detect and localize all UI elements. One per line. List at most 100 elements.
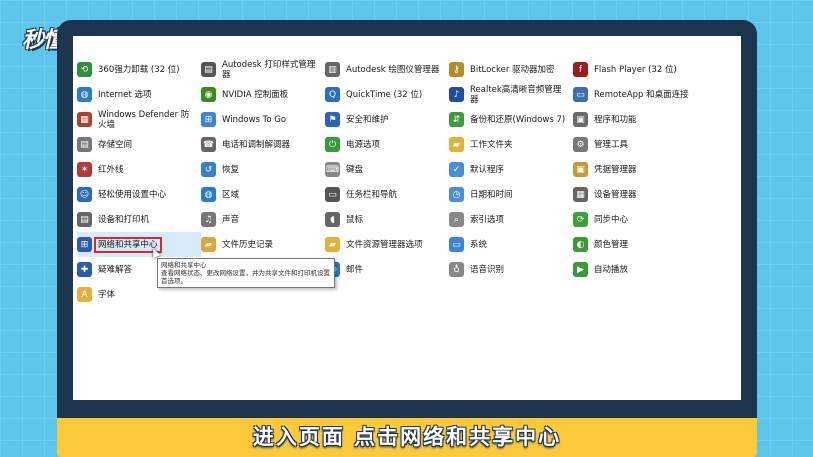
control-panel-item-flash[interactable]: f Flash Player (32 位) (573, 57, 697, 82)
control-panel-item-power[interactable]: ⏻ 电源选项 (325, 132, 449, 157)
flag-icon: ⚑ (325, 112, 340, 127)
control-panel-item-globe[interactable]: ◍ Internet 选项 (77, 82, 201, 107)
control-panel-item-explorer-options[interactable]: ▰ 文件资源管理器选项 (325, 232, 449, 257)
clock-icon: ◷ (449, 187, 464, 202)
power-icon: ⏻ (325, 137, 340, 152)
windows-icon: ⊞ (201, 112, 216, 127)
control-panel-item-system[interactable]: ▭ 系统 (449, 232, 573, 257)
region-icon: ◍ (201, 187, 216, 202)
control-panel-item-label: 疑难解答 (98, 264, 133, 275)
control-panel-item-label: 文件历史记录 (222, 239, 274, 250)
control-panel-item-backup[interactable]: ⇵ 备份和还原(Windows 7) (449, 107, 573, 132)
control-panel-item-sync[interactable]: ⟳ 同步中心 (573, 207, 697, 232)
control-panel-item-clock[interactable]: ◷ 日期和时间 (449, 182, 573, 207)
phone-icon: ☎ (201, 137, 216, 152)
control-panel-item-label: 鼠标 (346, 214, 364, 225)
programs-icon: ▣ (573, 112, 588, 127)
control-panel-item-label: Internet 选项 (98, 89, 152, 100)
control-panel-item-label: 声音 (222, 214, 240, 225)
control-panel-item-label: 系统 (470, 239, 488, 250)
recovery-icon: ↺ (201, 162, 216, 177)
sound-icon: ♫ (201, 212, 216, 227)
storage-icon: ▤ (77, 137, 92, 152)
control-panel-item-microphone[interactable]: ♁ 语音识别 (449, 257, 573, 282)
control-panel-item-label: BitLocker 驱动器加密 (470, 64, 555, 75)
control-panel-item-label: 文件资源管理器选项 (346, 239, 423, 250)
control-panel-item-label: 默认程序 (470, 164, 505, 175)
control-panel-item-label: 安全和维护 (346, 114, 389, 125)
control-panel-item-device-manager[interactable]: ▦ 设备管理器 (573, 182, 697, 207)
control-panel-item-label: Autodesk 打印样式管理器 (222, 59, 316, 80)
control-panel-item-label: RemoteApp 和桌面连接 (594, 89, 689, 100)
font-icon: A (77, 287, 92, 302)
control-panel-item-network[interactable]: ⊞ 网络和共享中心 (77, 232, 201, 257)
control-panel-item-programs[interactable]: ▣ 程序和功能 (573, 107, 697, 132)
control-panel-item-nvidia[interactable]: ◉ NVIDIA 控制面板 (201, 82, 325, 107)
caption-text: 进入页面 点击网络和共享中心 (252, 425, 562, 449)
control-panel-item-color[interactable]: ◐ 颜色管理 (573, 232, 697, 257)
microphone-icon: ♁ (449, 262, 464, 277)
control-panel-item-label: Windows To Go (222, 114, 287, 125)
control-panel-item-printer[interactable]: ▤ Autodesk 打印样式管理器 (201, 57, 325, 82)
control-panel-item-label: 电话和调制解调器 (222, 139, 291, 150)
control-panel-item-autoplay[interactable]: ▶ 自动播放 (573, 257, 697, 282)
control-panel-item-recovery[interactable]: ↺ 恢复 (201, 157, 325, 182)
control-panel-item-key[interactable]: ⚷ BitLocker 驱动器加密 (449, 57, 573, 82)
control-panel-item-label: 自动播放 (594, 264, 629, 275)
control-panel-item-label: 邮件 (346, 264, 364, 275)
control-panel-item-mail[interactable]: @邮件 (325, 257, 449, 282)
control-panel-item-taskbar[interactable]: ▭ 任务栏和导航 (325, 182, 449, 207)
accessibility-icon: ☺ (77, 187, 92, 202)
control-panel-item-mouse[interactable]: ◖ 鼠标 (325, 207, 449, 232)
sync-icon: ⟳ (573, 212, 588, 227)
control-panel-item-label: 索引选项 (470, 214, 505, 225)
control-panel-item-devices-printers[interactable]: ▤ 设备和打印机 (77, 207, 201, 232)
control-panel-item-default-programs[interactable]: ✓ 默认程序 (449, 157, 573, 182)
globe-icon: ◍ (77, 87, 92, 102)
control-panel-item-folder[interactable]: ▰ 工作文件夹 (449, 132, 573, 157)
mouse-icon: ◖ (325, 212, 340, 227)
control-panel-item-label: NVIDIA 控制面板 (222, 89, 289, 100)
control-panel-item-label: 360强力卸载 (32 位) (98, 64, 180, 75)
control-panel-item-flag[interactable]: ⚑ 安全和维护 (325, 107, 449, 132)
control-panel-item-infrared[interactable]: ✶ 红外线 (77, 157, 201, 182)
control-panel-item-windows[interactable]: ⊞ Windows To Go (201, 107, 325, 132)
control-panel-item-label: 程序和功能 (594, 114, 637, 125)
flash-icon: f (573, 62, 588, 77)
control-panel-item-label: 同步中心 (594, 214, 629, 225)
control-panel-item-accessibility[interactable]: ☺ 轻松使用设置中心 (77, 182, 201, 207)
control-panel-item-remote[interactable]: ▭ RemoteApp 和桌面连接 (573, 82, 697, 107)
printer-icon: ▤ (201, 62, 216, 77)
control-panel-item-label: 日期和时间 (470, 189, 513, 200)
control-panel-item-sound[interactable]: ♫ 声音 (201, 207, 325, 232)
control-panel-item-label: 工作文件夹 (470, 139, 513, 150)
backup-icon: ⇵ (449, 112, 464, 127)
control-panel-item-file-history[interactable]: ▰ 文件历史记录 (201, 232, 325, 257)
control-panel-item-plotter[interactable]: ▥ Autodesk 绘图仪管理器 (325, 57, 449, 82)
control-panel-item-label: 恢复 (222, 164, 240, 175)
tooltip-title: 网络和共享中心 (161, 261, 207, 269)
control-panel-item-uninstall[interactable]: ⟲ 360强力卸载 (32 位) (77, 57, 201, 82)
control-panel-item-label: 设备管理器 (594, 189, 637, 200)
device-manager-icon: ▦ (573, 187, 588, 202)
control-panel-item-region[interactable]: ◍ 区域 (201, 182, 325, 207)
control-panel-item-label: 凭据管理器 (594, 164, 637, 175)
control-panel-item-quicktime[interactable]: Q QuickTime (32 位) (325, 82, 449, 107)
control-panel-item-phone[interactable]: ☎ 电话和调制解调器 (201, 132, 325, 157)
control-panel-window: ⟲ 360强力卸载 (32 位) ▤ Autodesk 打印样式管理器 ▥ Autodes… (73, 36, 741, 400)
control-panel-item-speaker[interactable]: ♪ Realtek高清晰音频管理器 (449, 82, 573, 107)
control-panel-item-label: Flash Player (32 位) (594, 64, 677, 75)
index-icon: ⌕ (449, 212, 464, 227)
control-panel-item-credential[interactable]: ▣ 凭据管理器 (573, 157, 697, 182)
taskbar-icon: ▭ (325, 187, 340, 202)
control-panel-item-label: 存储空间 (98, 139, 133, 150)
control-panel-item-storage[interactable]: ▤ 存储空间 (77, 132, 201, 157)
control-panel-item-firewall[interactable]: ▦ Windows Defender 防火墙 (77, 107, 201, 132)
control-panel-item-label: 字体 (98, 289, 116, 300)
control-panel-item-label: 键盘 (346, 164, 364, 175)
control-panel-item-label: QuickTime (32 位) (346, 89, 423, 100)
control-panel-item-tools[interactable]: ⚙ 管理工具 (573, 132, 697, 157)
control-panel-item-keyboard[interactable]: ⌨ 键盘 (325, 157, 449, 182)
control-panel-item-index[interactable]: ⌕ 索引选项 (449, 207, 573, 232)
nvidia-icon: ◉ (201, 87, 216, 102)
